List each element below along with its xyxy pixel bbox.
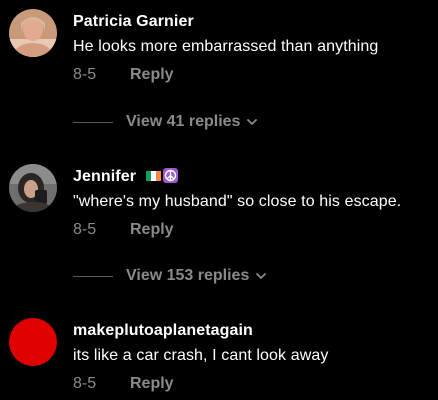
comment-username[interactable]: Jennifer: [73, 168, 178, 187]
irish-flag-emoji-icon: [145, 168, 161, 181]
comment-date: 8-5: [73, 375, 97, 392]
comment-date: 8-5: [73, 221, 97, 238]
comment-text: its like a car crash, I cant look away: [73, 347, 329, 364]
view-replies-button[interactable]: View 41 replies: [73, 112, 258, 132]
chevron-down-icon: [247, 119, 258, 125]
comment-text: He looks more embarrassed than anything: [73, 38, 379, 55]
user-avatar[interactable]: [9, 9, 57, 57]
reply-button[interactable]: Reply: [130, 66, 174, 84]
username-text: Jennifer: [73, 168, 137, 185]
reply-button[interactable]: Reply: [130, 221, 174, 239]
view-replies-label: View 41 replies: [126, 113, 241, 130]
view-replies-label: View 153 replies: [126, 267, 250, 284]
username-badges: [145, 168, 178, 187]
red-circle-avatar-icon: [9, 318, 57, 366]
peace-symbol-emoji-icon: [162, 168, 178, 183]
comment-username[interactable]: makeplutoaplanetagain: [73, 322, 253, 340]
replies-divider: [73, 275, 113, 277]
reply-button[interactable]: Reply: [130, 375, 174, 393]
user-photo-avatar-icon: [9, 164, 57, 212]
user-avatar[interactable]: [9, 318, 57, 366]
chevron-down-icon: [256, 273, 267, 279]
user-photo-avatar-icon: [9, 9, 57, 57]
replies-divider: [73, 121, 113, 123]
view-replies-button[interactable]: View 153 replies: [73, 266, 267, 286]
user-avatar[interactable]: [9, 164, 57, 212]
comment-username[interactable]: Patricia Garnier: [73, 13, 194, 31]
comment-date: 8-5: [73, 66, 97, 83]
comment-text: "where's my husband" so close to his esc…: [73, 193, 402, 210]
